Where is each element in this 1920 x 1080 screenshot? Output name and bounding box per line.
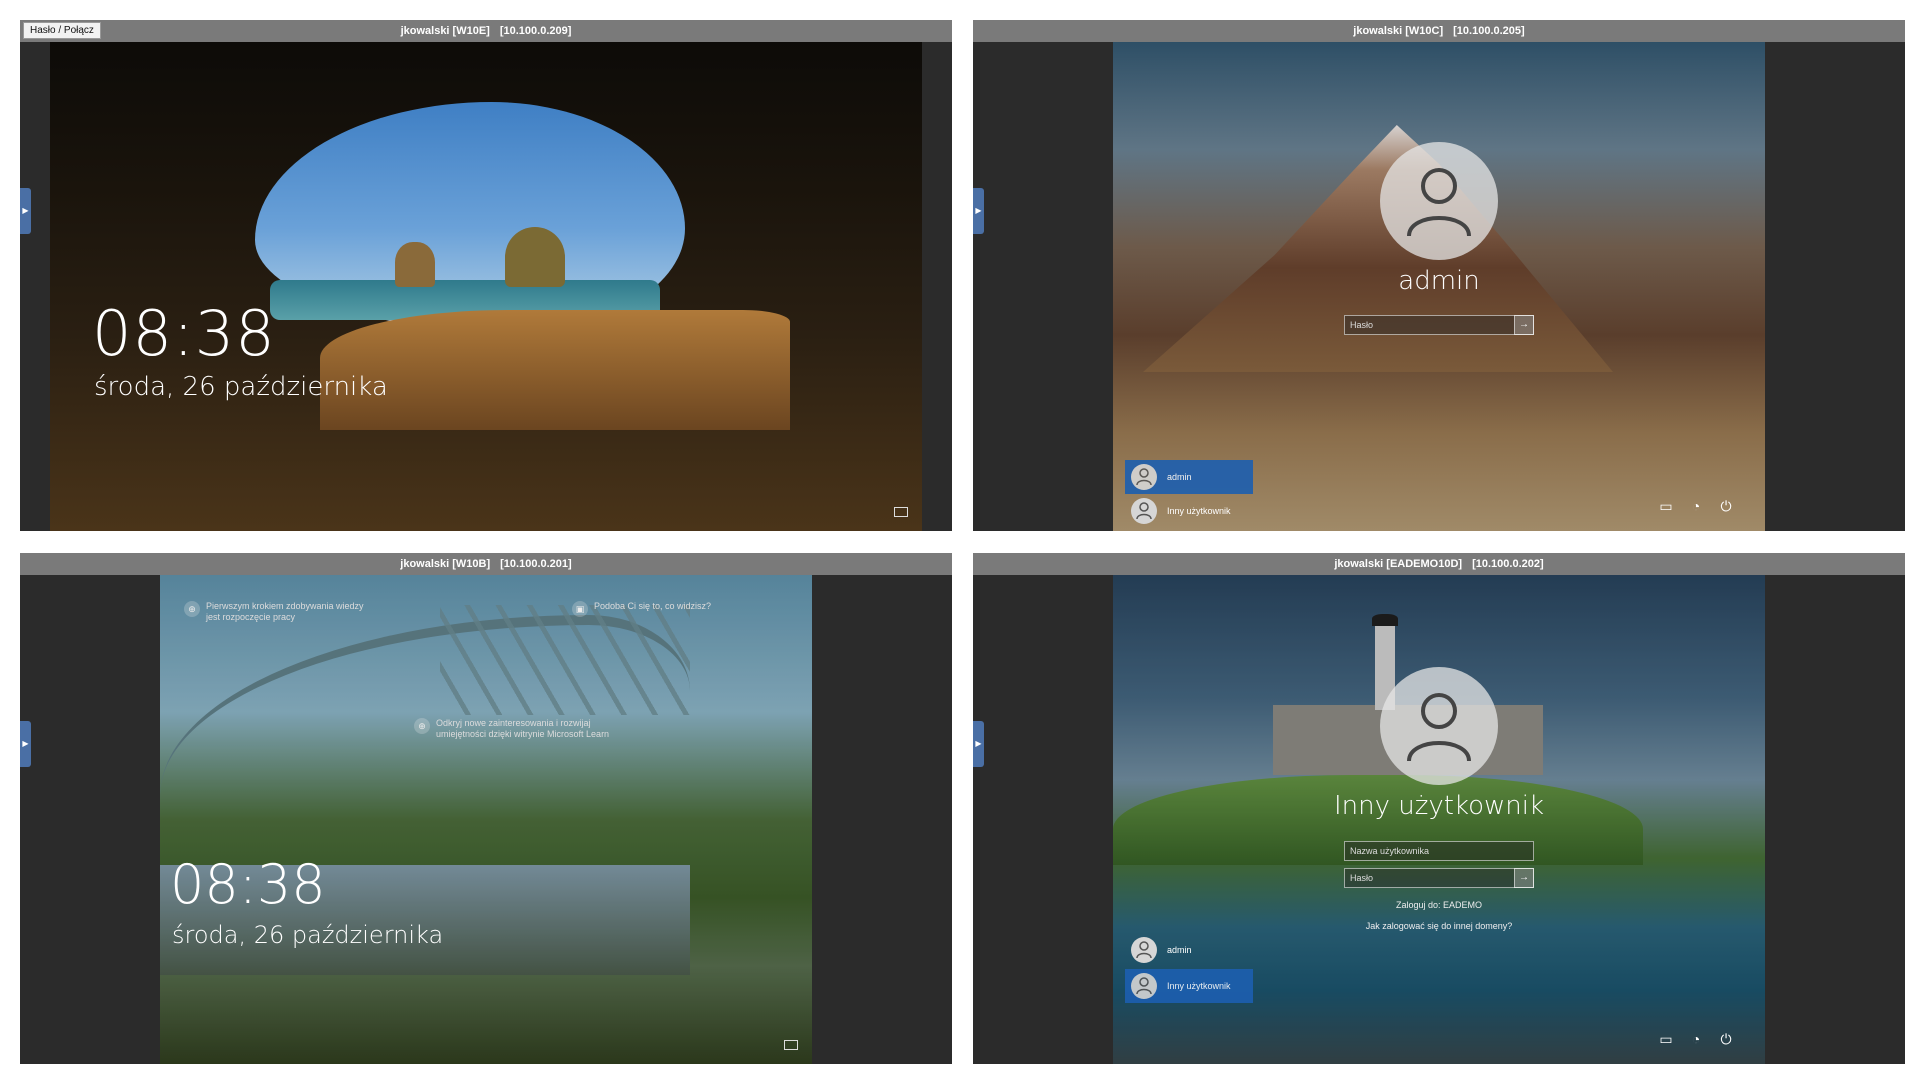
system-icons: ▭ ◔ ⏻	[1657, 1030, 1735, 1048]
session-ip: [10.100.0.202]	[1472, 558, 1544, 570]
network-icon[interactable]	[894, 507, 908, 517]
power-icon[interactable]: ⏻	[1717, 1030, 1735, 1048]
network-icon[interactable]: ▭	[1657, 1030, 1675, 1048]
session-user: jkowalski [W10B]	[400, 558, 491, 570]
submit-arrow-button[interactable]: →	[1514, 868, 1534, 888]
lock-time: 08:38	[170, 853, 326, 916]
remote-screen[interactable]: admin Hasło → admin Inny użytkownik ▭ ◔ …	[1113, 42, 1765, 531]
other-domain-link[interactable]: Jak zalogować się do innej domeny?	[1113, 921, 1765, 931]
session-titlebar: jkowalski [EADEMO10D] [10.100.0.202]	[973, 553, 1905, 575]
lock-time: 08:38	[92, 297, 276, 370]
user-avatar	[1380, 142, 1498, 260]
ease-of-access-icon[interactable]: ◔	[1687, 497, 1705, 515]
session-user: jkowalski [W10C]	[1353, 25, 1444, 37]
session-ip: [10.100.0.209]	[499, 25, 572, 37]
domain-text: Zaloguj do: EADEMO	[1395, 900, 1483, 910]
user-tile-other[interactable]: Inny użytkownik	[1125, 969, 1253, 1003]
lock-date: środa, 26 października	[172, 921, 444, 949]
remote-screen[interactable]: ⊕ Pierwszym krokiem zdobywania wiedzy je…	[160, 575, 812, 1064]
session-titlebar: jkowalski [W10C] [10.100.0.205]	[973, 20, 1905, 42]
side-panel-handle[interactable]: ▶	[20, 721, 31, 767]
session-titlebar: jkowalski [W10B] [10.100.0.201]	[20, 553, 952, 575]
user-icon	[1131, 973, 1157, 999]
ease-of-access-icon[interactable]: ◔	[1687, 1030, 1705, 1048]
remote-screen[interactable]: 08:38 środa, 26 października	[50, 42, 922, 531]
session-panel-w10b: jkowalski [W10B] [10.100.0.201] ⊕ Pierwsz…	[20, 553, 952, 1064]
session-panel-w10e: Hasło / Połącz jkowalski [W10E] [10.100.0…	[20, 20, 952, 531]
system-icons: ▭ ◔ ⏻	[1657, 497, 1735, 515]
username-field[interactable]: Nazwa użytkownika	[1344, 841, 1534, 861]
submit-arrow-button[interactable]: →	[1514, 315, 1534, 335]
user-icon	[1131, 498, 1157, 524]
lock-date: środa, 26 października	[94, 372, 388, 402]
login-username: admin	[1398, 266, 1480, 296]
user-tile-admin[interactable]: admin	[1125, 933, 1253, 967]
session-user: jkowalski [EADEMO10D]	[1334, 558, 1463, 570]
session-user: jkowalski [W10E]	[400, 25, 490, 37]
user-icon	[1131, 464, 1157, 490]
network-icon[interactable]	[784, 1040, 798, 1050]
user-icon	[1407, 693, 1471, 762]
remote-screen[interactable]: Inny użytkownik Nazwa użytkownika Hasło …	[1113, 575, 1765, 1064]
password-connect-button[interactable]: Hasło / Połącz	[23, 22, 101, 39]
user-avatar	[1380, 667, 1498, 785]
login-username: Inny użytkownik	[1333, 791, 1545, 821]
side-panel-handle[interactable]: ▶	[20, 188, 31, 234]
session-ip: [10.100.0.201]	[500, 558, 572, 570]
session-titlebar: Hasło / Połącz jkowalski [W10E] [10.100.0…	[20, 20, 952, 42]
user-tile-admin[interactable]: admin	[1125, 460, 1253, 494]
side-panel-handle[interactable]: ▶	[973, 188, 984, 234]
side-panel-handle[interactable]: ▶	[973, 721, 984, 767]
power-icon[interactable]: ⏻	[1717, 497, 1735, 515]
user-tile-other[interactable]: Inny użytkownik	[1125, 494, 1253, 528]
session-panel-w10c: jkowalski [W10C] [10.100.0.205] admin Has…	[973, 20, 1905, 531]
network-icon[interactable]: ▭	[1657, 497, 1675, 515]
session-ip: [10.100.0.205]	[1453, 25, 1525, 37]
user-icon	[1407, 168, 1471, 237]
session-panel-eademo10d: jkowalski [EADEMO10D] [10.100.0.202] Inny…	[973, 553, 1905, 1064]
password-field[interactable]: Hasło →	[1344, 315, 1534, 335]
user-icon	[1131, 937, 1157, 963]
password-field[interactable]: Hasło →	[1344, 868, 1534, 888]
